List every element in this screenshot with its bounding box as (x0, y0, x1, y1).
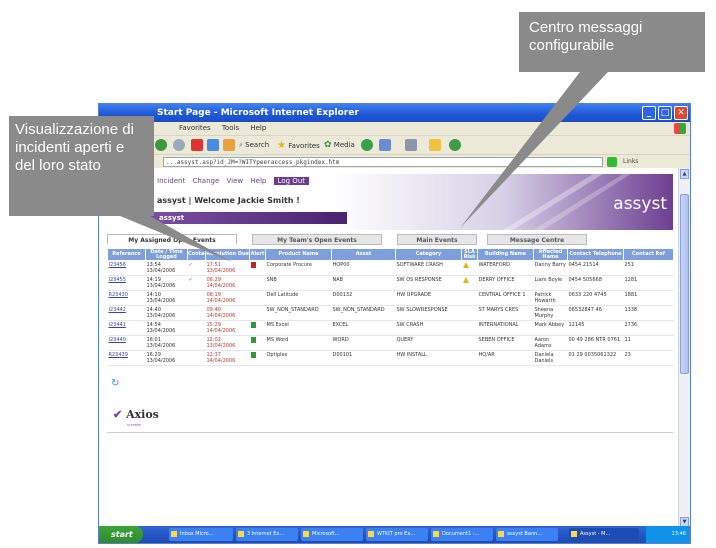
callout-pointer-right (460, 72, 608, 228)
callout-message-centre: Centro messaggi configurabile (519, 12, 705, 72)
callout-pointers (120, 72, 608, 262)
callout-pointer-left (120, 216, 232, 262)
callout-open-incidents: Visualizzazione di incidenti aperti e de… (9, 116, 154, 216)
